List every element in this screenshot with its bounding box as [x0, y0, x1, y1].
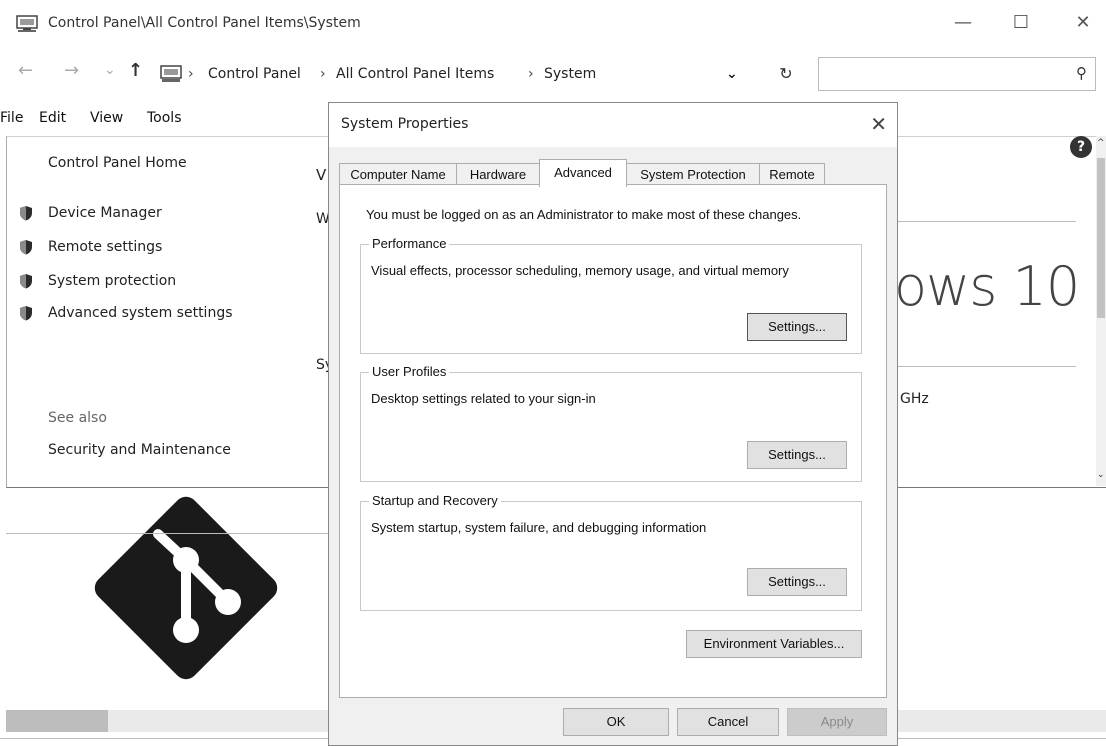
sidebar-link-control-panel-home[interactable]: Control Panel Home — [48, 155, 187, 171]
shield-icon — [20, 206, 32, 221]
recent-locations-button[interactable]: ⌄ — [104, 62, 116, 78]
ok-button[interactable]: OK — [563, 708, 669, 736]
close-button[interactable]: ✕ — [1060, 6, 1106, 40]
cancel-button[interactable]: Cancel — [677, 708, 779, 736]
group-title: Startup and Recovery — [369, 493, 501, 508]
address-bar[interactable]: › Control Panel › All Control Panel Item… — [156, 57, 756, 91]
environment-variables-button[interactable]: Environment Variables... — [686, 630, 862, 658]
tab-advanced[interactable]: Advanced — [539, 159, 627, 187]
window-title: Control Panel\All Control Panel Items\Sy… — [48, 15, 361, 31]
performance-group: Performance Visual effects, processor sc… — [360, 236, 862, 354]
admin-note: You must be logged on as an Administrato… — [366, 207, 802, 222]
forward-button[interactable]: → — [64, 60, 79, 81]
help-icon[interactable]: ? — [1070, 136, 1092, 158]
main-heading-fragment: V — [316, 166, 327, 184]
horizontal-scrollbar-thumb[interactable] — [6, 710, 108, 732]
breadcrumb-separator: › — [188, 66, 194, 82]
performance-settings-button[interactable]: Settings... — [747, 313, 847, 341]
breadcrumb-all-items[interactable]: All Control Panel Items — [336, 66, 494, 82]
control-panel-icon — [16, 15, 38, 32]
scroll-down-icon[interactable]: ⌄ — [1097, 470, 1105, 480]
sidebar-link-device-manager[interactable]: Device Manager — [48, 205, 162, 221]
apply-button[interactable]: Apply — [787, 708, 887, 736]
menu-view[interactable]: View — [90, 110, 123, 126]
see-also-heading: See also — [48, 410, 107, 426]
breadcrumb-control-panel[interactable]: Control Panel — [208, 66, 301, 82]
group-description: Visual effects, processor scheduling, me… — [371, 263, 789, 278]
search-input[interactable] — [825, 58, 1055, 88]
sidebar-link-remote-settings[interactable]: Remote settings — [48, 239, 162, 255]
maximize-button[interactable]: ☐ — [998, 6, 1044, 40]
shield-icon — [20, 274, 32, 289]
minimize-button[interactable]: — — [940, 6, 986, 40]
breadcrumb-separator: › — [528, 66, 534, 82]
shield-icon — [20, 240, 32, 255]
address-dropdown-icon[interactable]: ⌄ — [726, 66, 738, 82]
divider — [6, 533, 330, 534]
windows-brand-text: ows 10 — [894, 255, 1080, 318]
startup-recovery-group: Startup and Recovery System startup, sys… — [360, 493, 862, 611]
menu-tools[interactable]: Tools — [147, 110, 182, 126]
processor-speed-fragment: GHz — [900, 391, 929, 407]
window-titlebar: Control Panel\All Control Panel Items\Sy… — [0, 0, 1106, 46]
startup-recovery-settings-button[interactable]: Settings... — [747, 568, 847, 596]
up-button[interactable]: ↑ — [128, 60, 143, 81]
sidebar-link-security-maintenance[interactable]: Security and Maintenance — [48, 442, 231, 458]
menu-edit[interactable]: Edit — [39, 110, 66, 126]
sidebar-link-system-protection[interactable]: System protection — [48, 273, 176, 289]
git-logo-icon — [94, 496, 278, 680]
back-button[interactable]: ← — [18, 60, 33, 81]
search-box[interactable]: ⚲ — [818, 57, 1096, 91]
group-title: User Profiles — [369, 364, 450, 379]
breadcrumb-separator: › — [320, 66, 326, 82]
group-description: Desktop settings related to your sign-in — [371, 391, 596, 406]
dialog-titlebar: System Properties ✕ — [329, 103, 897, 147]
user-profiles-group: User Profiles Desktop settings related t… — [360, 364, 862, 482]
group-title: Performance — [369, 236, 450, 251]
system-properties-dialog: System Properties ✕ Computer Name Hardwa… — [328, 102, 898, 746]
dialog-title: System Properties — [341, 116, 469, 132]
dialog-close-button[interactable]: ✕ — [870, 112, 887, 137]
refresh-button[interactable]: ↻ — [766, 57, 806, 91]
shield-icon — [20, 306, 32, 321]
sidebar-link-advanced-system-settings[interactable]: Advanced system settings — [48, 305, 233, 321]
divider — [896, 366, 1076, 367]
advanced-tab-panel: You must be logged on as an Administrato… — [339, 184, 887, 698]
address-row: ← → ⌄ ↑ › Control Panel › All Control Pa… — [0, 52, 1106, 96]
control-panel-icon — [160, 65, 182, 82]
vertical-scrollbar-thumb[interactable] — [1097, 158, 1105, 318]
scroll-up-icon[interactable]: ^ — [1097, 138, 1105, 148]
menu-file[interactable]: File — [0, 110, 23, 126]
menu-bar: File Edit View Tools — [0, 108, 330, 132]
breadcrumb-system[interactable]: System — [544, 66, 596, 82]
user-profiles-settings-button[interactable]: Settings... — [747, 441, 847, 469]
search-icon[interactable]: ⚲ — [1076, 64, 1087, 82]
group-description: System startup, system failure, and debu… — [371, 520, 707, 535]
divider — [896, 221, 1076, 222]
